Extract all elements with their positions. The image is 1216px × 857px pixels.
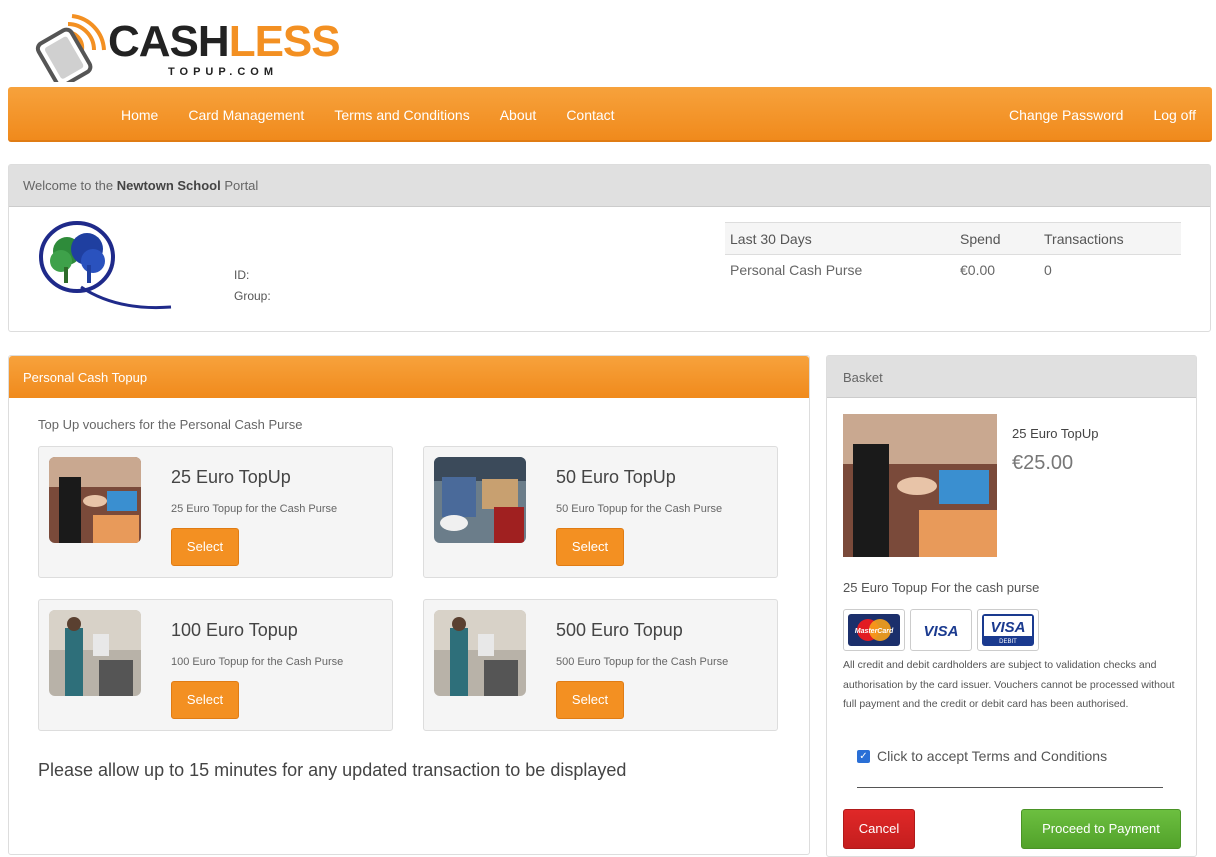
basket-item-desc: 25 Euro Topup For the cash purse bbox=[843, 580, 1040, 595]
purse-spend: €0.00 bbox=[960, 261, 996, 278]
divider bbox=[857, 787, 1163, 788]
select-50-button[interactable]: Select bbox=[556, 528, 624, 566]
group-label: Group: bbox=[234, 289, 271, 303]
card-tap-icon bbox=[35, 14, 106, 88]
select-100-button[interactable]: Select bbox=[171, 681, 239, 719]
voucher-desc: 50 Euro Topup for the Cash Purse bbox=[556, 503, 723, 515]
voucher-title: 100 Euro Topup bbox=[171, 620, 298, 640]
welcome-heading: Welcome to the Newtown School Portal bbox=[9, 165, 1210, 207]
visa-debit-icon: VISA DEBIT bbox=[977, 609, 1039, 651]
table-row: Personal Cash Purse €0.00 0 bbox=[725, 255, 1181, 285]
voucher-image bbox=[49, 610, 141, 696]
voucher-desc: 25 Euro Topup for the Cash Purse bbox=[171, 503, 338, 515]
brand-wordmark: CASHLESS bbox=[108, 17, 341, 66]
voucher-image bbox=[49, 457, 141, 543]
mastercard-icon: MasterCard bbox=[843, 609, 905, 651]
nav-home[interactable]: Home bbox=[121, 107, 158, 123]
voucher-desc: 500 Euro Topup for the Cash Purse bbox=[556, 656, 729, 668]
topup-heading: Personal Cash Topup bbox=[9, 356, 809, 398]
topup-intro: Top Up vouchers for the Personal Cash Pu… bbox=[38, 417, 303, 432]
col-spend: Spend bbox=[955, 222, 1039, 255]
nav-card-management[interactable]: Card Management bbox=[188, 107, 304, 123]
select-500-button[interactable]: Select bbox=[556, 681, 624, 719]
topup-panel: Personal Cash Topup Top Up vouchers for … bbox=[8, 355, 810, 855]
site-logo[interactable]: CASHLESS TOPUP.COM bbox=[28, 6, 341, 88]
update-notice: Please allow up to 15 minutes for any up… bbox=[38, 760, 627, 780]
voucher-card: 25 Euro TopUp 25 Euro Topup for the Cash… bbox=[38, 446, 393, 578]
voucher-title: 500 Euro Topup bbox=[556, 620, 683, 640]
basket-item-title: 25 Euro TopUp bbox=[1012, 426, 1099, 441]
terms-label[interactable]: Click to accept Terms and Conditions bbox=[877, 748, 1107, 764]
card-terms-text: All credit and debit cardholders are sub… bbox=[843, 659, 1175, 710]
voucher-card: 50 Euro TopUp 50 Euro Topup for the Cash… bbox=[423, 446, 778, 578]
voucher-title: 50 Euro TopUp bbox=[556, 467, 676, 487]
nav-contact[interactable]: Contact bbox=[566, 107, 614, 123]
nav-terms[interactable]: Terms and Conditions bbox=[334, 107, 469, 123]
svg-text:VISA: VISA bbox=[990, 619, 1025, 636]
voucher-card: 500 Euro Topup 500 Euro Topup for the Ca… bbox=[423, 599, 778, 731]
proceed-to-payment-button[interactable]: Proceed to Payment bbox=[1021, 809, 1181, 849]
basket-item-image bbox=[843, 414, 997, 557]
basket-item-price: €25.00 bbox=[1012, 452, 1074, 474]
table-header-row: Last 30 Days Spend Transactions bbox=[725, 222, 1181, 255]
select-25-button[interactable]: Select bbox=[171, 528, 239, 566]
terms-checkbox[interactable]: ✓ bbox=[857, 749, 870, 763]
terms-checkbox-row[interactable]: ✓ Click to accept Terms and Conditions bbox=[857, 748, 1107, 764]
nav-about[interactable]: About bbox=[500, 107, 537, 123]
nav-change-password[interactable]: Change Password bbox=[1009, 107, 1123, 123]
col-transactions: Transactions bbox=[1039, 222, 1181, 255]
brand-tagline: TOPUP.COM bbox=[168, 66, 278, 78]
main-nav: Home Card Management Terms and Condition… bbox=[8, 87, 1212, 142]
school-logo bbox=[39, 221, 172, 310]
voucher-card: 100 Euro Topup 100 Euro Topup for the Ca… bbox=[38, 599, 393, 731]
svg-text:DEBIT: DEBIT bbox=[999, 639, 1017, 645]
voucher-image bbox=[434, 457, 526, 543]
voucher-desc: 100 Euro Topup for the Cash Purse bbox=[171, 656, 344, 668]
basket-panel: Basket 25 Euro TopUp €25.00 25 Euro Topu… bbox=[826, 355, 1197, 857]
welcome-panel: Welcome to the Newtown School Portal ID:… bbox=[8, 164, 1211, 332]
voucher-title: 25 Euro TopUp bbox=[171, 467, 291, 487]
purse-transactions: 0 bbox=[1044, 261, 1052, 278]
svg-text:VISA: VISA bbox=[923, 623, 958, 640]
voucher-image bbox=[434, 610, 526, 696]
id-label: ID: bbox=[234, 268, 250, 282]
visa-icon: VISA bbox=[910, 609, 972, 651]
accepted-cards: MasterCard VISA VISA DEBIT bbox=[843, 609, 1044, 651]
cancel-button[interactable]: Cancel bbox=[843, 809, 915, 849]
col-last-30-days: Last 30 Days bbox=[725, 222, 955, 255]
svg-text:MasterCard: MasterCard bbox=[855, 628, 894, 635]
basket-heading: Basket bbox=[827, 356, 1196, 398]
school-name: Newtown School bbox=[116, 178, 221, 193]
nav-log-off[interactable]: Log off bbox=[1153, 107, 1196, 123]
spend-stats-table: Last 30 Days Spend Transactions Personal… bbox=[725, 222, 1181, 285]
purse-name: Personal Cash Purse bbox=[730, 261, 863, 278]
